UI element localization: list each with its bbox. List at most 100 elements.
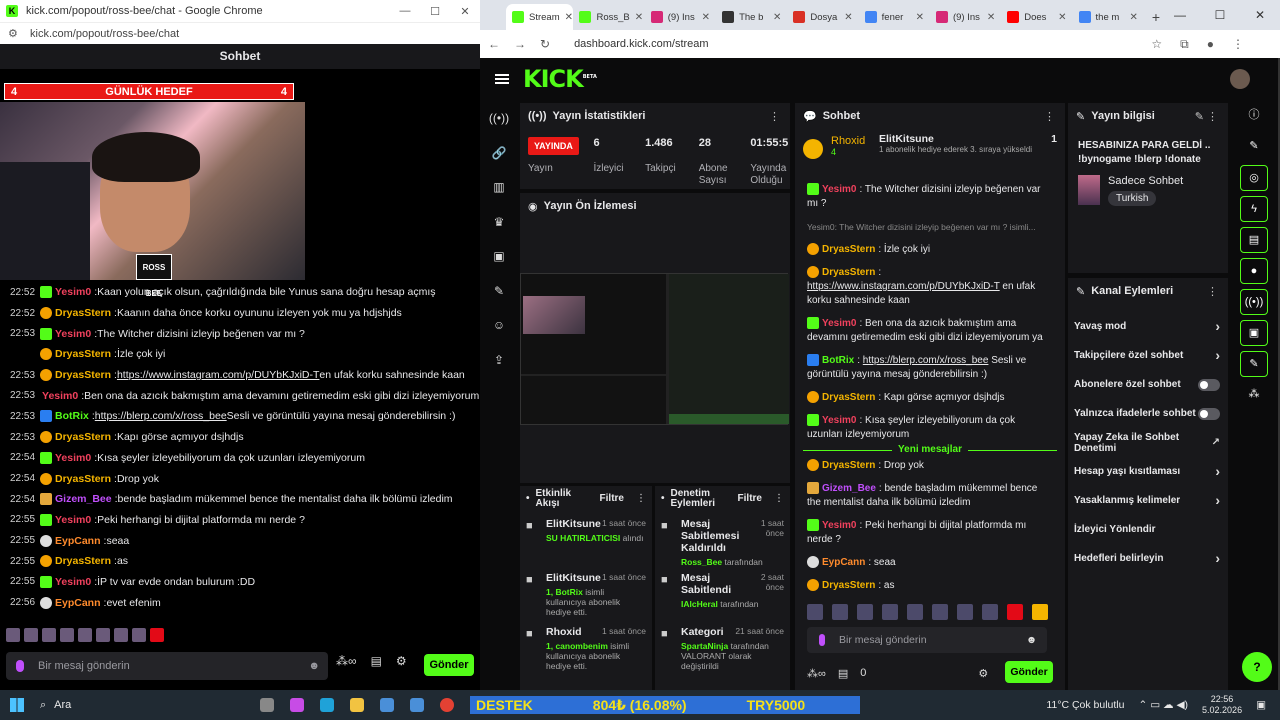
message-username[interactable]: Yesim0 [55,576,91,588]
channel-action[interactable]: Hedefleri belirleyin › [1068,544,1228,573]
close-tab-icon[interactable]: ✕ [635,12,643,23]
close-tab-icon[interactable]: ✕ [916,12,924,23]
settings-icon[interactable]: ⚙ [396,654,407,668]
info-edit-icon[interactable]: ✎ ⋮ [1195,110,1218,123]
emote-icon[interactable] [1032,604,1048,620]
extensions-icon[interactable]: ⧉ [1180,37,1189,52]
message-username[interactable]: DryasStern [822,460,875,471]
toggle-switch[interactable] [1198,407,1220,420]
close-button[interactable]: ✕ [450,5,480,18]
emote-icon[interactable] [832,604,848,620]
message-username[interactable]: BotRix [55,410,89,422]
close-tab-icon[interactable]: ✕ [1129,12,1137,23]
apps-icon[interactable]: ⁂ [1240,382,1268,408]
activity-filter-button[interactable]: Filtre [600,494,624,504]
message-link[interactable]: https://www.instagram.com/p/DUYbKJxiD-T [117,369,319,381]
message-username[interactable]: Yesim0 [42,390,78,402]
emote-icon[interactable] [6,628,20,642]
close-tab-icon[interactable]: ✕ [987,12,995,23]
popout-send-button[interactable]: Gönder [424,654,474,676]
emote-icon[interactable] [907,604,923,620]
browser-tab[interactable]: the m ✕ [1073,4,1144,30]
channel-action[interactable]: Yalnızca ifadelerle sohbet [1068,399,1228,428]
message-username[interactable]: Yesim0 [822,184,856,195]
browser-tab[interactable]: The b ✕ [716,4,787,30]
lightning-icon[interactable]: ϟ [1240,196,1268,222]
emote-icon[interactable] [132,628,146,642]
trophy-icon[interactable]: ♛ [486,212,512,247]
emote-icon[interactable] [957,604,973,620]
close-tab-icon[interactable]: ✕ [1058,12,1066,23]
tray-icons[interactable]: ⌃ ▭ ☁ ◀) [1138,699,1188,711]
chat-emote-strip[interactable] [807,604,1048,620]
flag-emote-icon[interactable] [150,628,164,642]
message-username[interactable]: Yesim0 [55,328,91,340]
video-icon[interactable]: ▣ [1240,320,1268,346]
emote-icon[interactable] [982,604,998,620]
message-username[interactable]: EypCann [55,535,101,547]
maximize-button[interactable]: ☐ [420,5,450,18]
message-username[interactable]: Yesim0 [55,514,91,526]
channel-action[interactable]: İzleyici Yönlendir [1068,515,1228,544]
explorer-icon[interactable] [350,698,364,712]
message-username[interactable]: DryasStern [55,348,111,360]
emote-icon[interactable] [96,628,110,642]
chat-menu-icon[interactable]: ⋮ [1044,110,1055,123]
emoji-icon[interactable]: ☻ [1026,634,1037,646]
task-view-icon[interactable] [260,698,274,712]
info-icon[interactable]: ⓘ [1240,103,1268,129]
message-link[interactable]: https://www.instagram.com/p/DUYbKJxiD-T [807,281,1000,292]
windows-start-icon[interactable] [10,698,24,712]
store-app-icon[interactable] [380,698,394,712]
message-username[interactable]: DryasStern [822,244,875,255]
message-link[interactable]: https://blerp.com/x/ross_bee [95,410,227,422]
message-username[interactable]: Gizem_Bee [55,493,112,505]
maximize-button[interactable]: ☐ [1200,8,1240,22]
new-tab-button[interactable]: + [1152,4,1160,30]
user-avatar[interactable] [1230,69,1250,89]
popout-chat-input[interactable]: Bir mesaj gönderin ☻ [6,652,328,680]
menu-icon[interactable]: ⋮ [1232,37,1244,52]
emote-strip[interactable] [6,628,206,646]
emote-icon[interactable] [857,604,873,620]
message-username[interactable]: Yesim0 [55,452,91,464]
browser-tab[interactable]: (9) Ins ✕ [645,4,716,30]
activity-menu-icon[interactable]: ⋮ [636,494,646,504]
message-username[interactable]: DryasStern [822,580,875,591]
moderation-filter-button[interactable]: Filtre [738,494,762,504]
message-username[interactable]: EypCann [822,557,865,568]
edit-icon[interactable]: ✎ [1240,134,1268,160]
emote-icon[interactable] [932,604,948,620]
chat-settings-icon[interactable]: ⚙ [978,667,988,680]
address-text[interactable]: kick.com/popout/ross-bee/chat [30,28,179,40]
browser-tab[interactable]: Stream ✕ [506,4,574,30]
stream-preview-image[interactable] [520,273,789,425]
chat-bubble-icon[interactable]: ● [1240,258,1268,284]
chat-message-list[interactable]: Yesim0: The Witcher dizisini izleyip beğ… [795,181,1065,591]
analytics-icon[interactable]: ▥ [486,177,512,212]
message-username[interactable]: Yesim0 [822,415,856,426]
dashboard-url[interactable]: dashboard.kick.com/stream [574,38,709,50]
message-username[interactable]: DryasStern [55,431,111,443]
users-icon[interactable]: ☺ [486,315,512,350]
weather-text[interactable]: 11°C Çok bulutlu [1046,699,1124,711]
kick-logo[interactable]: KICKBETA [523,65,597,93]
broadcast-icon[interactable]: ((•)) [1240,289,1268,315]
wrench-icon[interactable]: ✎ [486,281,512,316]
chat-send-button[interactable]: Gönder [1005,661,1053,683]
close-tab-icon[interactable]: ✕ [565,12,573,23]
edge-icon[interactable] [320,698,334,712]
tools-icon[interactable]: ✎ [1240,351,1268,377]
browser-tab[interactable]: Dosya ✕ [787,4,858,30]
message-username[interactable]: DryasStern [55,555,111,567]
message-username[interactable]: Gizem_Bee [822,483,876,494]
hamburger-menu-icon[interactable] [495,74,509,84]
message-username[interactable]: DryasStern [822,267,875,278]
taskbar-search[interactable]: ⌕ Ara [40,699,220,712]
microphone-icon[interactable] [16,660,24,672]
camera-icon[interactable]: ◎ [1240,165,1268,191]
store-icon[interactable]: ▤ [371,654,382,668]
browser-tab[interactable]: Ross_B ✕ [573,4,644,30]
notification-icon[interactable]: ▣ [1256,699,1266,711]
upload-icon[interactable]: ⇪ [486,350,512,385]
